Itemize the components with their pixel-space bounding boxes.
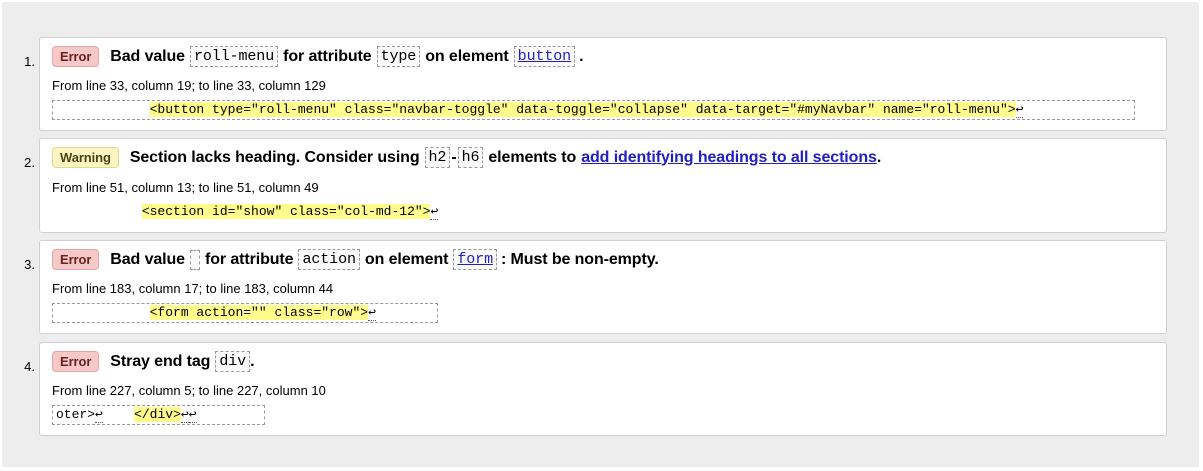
message-headline: Warning Section lacks heading. Consider … [52,147,881,168]
message-number: 4. [24,359,35,374]
message-number: 2. [24,155,35,170]
extract-highlight: </div> [134,407,181,422]
message-headline: Error Bad value roll-menu for attribute … [52,46,584,67]
extract-prefix [56,305,150,320]
return-icon: ↩ [95,407,103,423]
message-number: 3. [24,257,35,272]
message-text: : Must be non-empty. [500,250,659,268]
element-link-button[interactable]: button [518,48,572,65]
message-text: . [876,148,882,166]
extract-highlight: <form action="" class="row"> [149,305,369,320]
warning-badge: Warning [52,147,119,168]
error-badge: Error [52,46,100,67]
message-headline: Error Stray end tag div . [52,351,255,372]
message-text: for attribute [204,250,294,268]
code-element: h6 [457,147,484,168]
error-badge: Error [52,351,100,372]
location-text: From line 227, column 5; to line 227, co… [52,383,326,398]
code-element: form [453,249,497,270]
code-extract: <form action="" class="row">↩ [52,303,438,323]
message-text: elements to [488,148,577,166]
message-item-2: Warning Section lacks heading. Consider … [39,138,1167,233]
message-headline: Error Bad value for attribute action on … [52,249,659,270]
message-text: Bad value [110,250,185,268]
message-text: - [451,148,457,166]
validator-results-panel: 1. Error Bad value roll-menu for attribu… [2,2,1199,467]
code-extract: oter>↩ </div>↩↩ [52,405,265,425]
message-text: for attribute [283,47,372,65]
headings-help-link[interactable]: add identifying headings to all sections [581,149,877,167]
error-badge: Error [52,249,100,270]
message-text: . [579,47,584,65]
message-text: Section lacks heading. Consider using [129,148,420,166]
return-icon: ↩ [188,407,197,423]
message-number: 1. [24,54,35,69]
location-text: From line 51, column 13; to line 51, col… [52,180,319,195]
return-icon: ↩ [1015,102,1024,118]
code-value-empty [189,249,200,270]
message-text: Stray end tag [110,352,211,370]
return-icon: ↩ [368,305,376,321]
location-text: From line 33, column 19; to line 33, col… [52,78,326,93]
extract-spacing [103,407,134,422]
code-element: button [513,46,576,67]
message-item-3: Error Bad value for attribute action on … [39,240,1167,334]
message-item-1: Error Bad value roll-menu for attribute … [39,37,1167,131]
code-attribute: type [376,46,421,67]
message-text: on element [364,250,449,268]
message-text: . [250,352,255,370]
code-extract: <button type="roll-menu" class="navbar-t… [52,100,1135,120]
return-icon: ↩ [180,407,189,423]
code-attribute: action [298,249,360,270]
code-element: h2 [424,147,451,168]
extract-highlight: <section id="show" class="col-md-12"> [141,204,431,219]
code-value: roll-menu [189,46,279,67]
message-text: on element [425,47,509,65]
message-text: Bad value [110,47,185,65]
extract-prefix [56,204,142,219]
extract-highlight: <button type="roll-menu" class="navbar-t… [149,102,1016,117]
message-item-4: Error Stray end tag div . From line 227,… [39,342,1167,436]
element-link-form[interactable]: form [457,251,493,268]
extract-prefix: oter> [56,407,96,422]
extract-prefix [56,102,150,117]
code-element: div [215,351,251,372]
return-icon: ↩ [430,204,439,220]
code-extract: <section id="show" class="col-md-12">↩ [52,202,472,222]
location-text: From line 183, column 17; to line 183, c… [52,281,334,296]
